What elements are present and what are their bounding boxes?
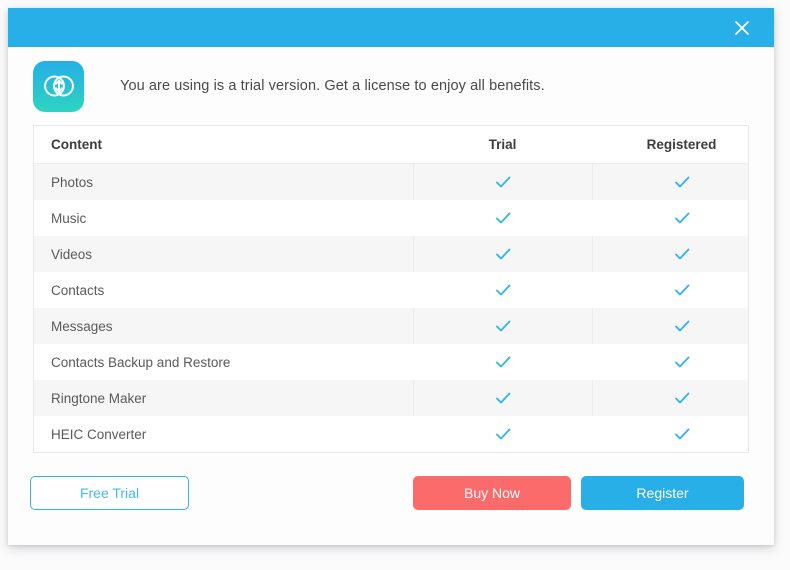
check-icon [493,172,513,192]
row-label: Contacts [34,283,413,298]
dialog-footer: Free Trial Buy Now Register [8,453,774,533]
table-row: Ringtone Maker [34,380,748,416]
table-header-row: Content Trial Registered [34,126,748,164]
check-icon [493,208,513,228]
check-icon [672,424,692,444]
check-icon [493,424,513,444]
check-icon [493,316,513,336]
check-icon [672,388,692,408]
table-row: Photos [34,164,748,200]
row-label: Videos [34,247,413,262]
table-row: Messages [34,308,748,344]
close-button[interactable] [720,8,764,47]
table-row: HEIC Converter [34,416,748,452]
register-button[interactable]: Register [581,476,744,510]
trial-version-dialog: You are using is a trial version. Get a … [8,8,774,545]
check-icon [672,352,692,372]
trial-banner: You are using is a trial version. Get a … [8,47,774,125]
check-icon [493,352,513,372]
row-label: Ringtone Maker [34,391,413,406]
trial-message: You are using is a trial version. Get a … [120,78,545,94]
close-icon [732,18,752,38]
column-header-content: Content [34,137,413,152]
table-row: Contacts [34,272,748,308]
check-icon [672,280,692,300]
free-trial-button[interactable]: Free Trial [30,476,189,510]
check-icon [672,316,692,336]
table-row: Music [34,200,748,236]
check-icon [493,280,513,300]
row-label: Contacts Backup and Restore [34,355,413,370]
check-icon [493,388,513,408]
table-row: Contacts Backup and Restore [34,344,748,380]
check-icon [493,244,513,264]
row-label: HEIC Converter [34,427,413,442]
column-header-registered: Registered [592,126,771,163]
row-label: Messages [34,319,413,334]
row-label: Photos [34,175,413,190]
sync-transfer-icon [33,61,84,112]
check-icon [672,172,692,192]
feature-comparison-table: Content Trial Registered Photos Music Vi… [33,125,749,453]
check-icon [672,208,692,228]
check-icon [672,244,692,264]
column-header-trial: Trial [413,126,592,163]
table-row: Videos [34,236,748,272]
dialog-titlebar [8,8,774,47]
row-label: Music [34,211,413,226]
buy-now-button[interactable]: Buy Now [413,476,571,510]
